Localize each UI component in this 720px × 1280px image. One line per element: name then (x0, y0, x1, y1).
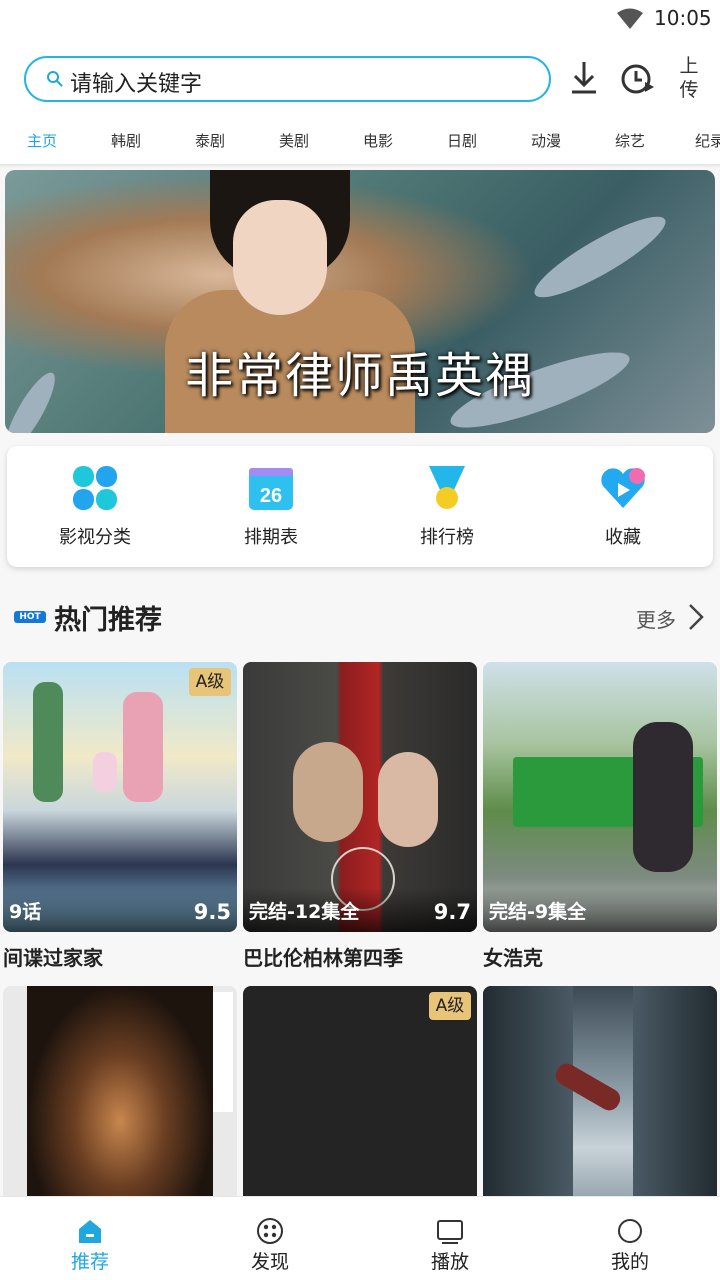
grade-badge: A级 (189, 668, 231, 696)
nav-label: 我的 (610, 1251, 649, 1273)
quick-links: 影视分类 26 排期表 排行榜 收藏 (7, 446, 713, 567)
medal-icon (429, 466, 465, 509)
tab-thai[interactable]: 泰剧 (168, 130, 252, 151)
tab-korean[interactable]: 韩剧 (84, 130, 168, 151)
search-input[interactable]: 请输入关键字 (24, 56, 551, 102)
nav-label: 播放 (430, 1251, 469, 1273)
poster: 9话 9.5 (3, 662, 237, 932)
clock: 10:05 (654, 6, 712, 30)
calendar-icon: 26 (249, 468, 293, 510)
search-placeholder: 请输入关键字 (70, 72, 203, 97)
quick-link-label: 排期表 (244, 527, 298, 548)
quick-link-label: 收藏 (605, 527, 641, 548)
quick-link-favorites[interactable]: 收藏 (535, 446, 711, 567)
history-icon[interactable] (618, 56, 658, 102)
section-title: 热门推荐 (54, 605, 162, 636)
quick-link-schedule[interactable]: 26 排期表 (183, 446, 359, 567)
nav-profile[interactable]: 我的 (540, 1197, 720, 1280)
quick-link-ranking[interactable]: 排行榜 (359, 446, 535, 567)
status-bar: 10:05 (0, 0, 720, 40)
nav-discover[interactable]: 发现 (180, 1197, 360, 1280)
discover-icon (257, 1218, 283, 1244)
hot-badge: HOT (14, 611, 46, 623)
search-icon (47, 71, 63, 87)
grid-icon (73, 466, 117, 510)
episode-info: 完结-12集全 (249, 901, 360, 923)
bottom-nav: 推荐 发现 播放 我的 (0, 1196, 720, 1280)
card-title: 间谍过家家 (3, 946, 103, 970)
nav-label: 发现 (250, 1251, 289, 1273)
card-title: 女浩克 (483, 946, 543, 970)
tab-movie[interactable]: 电影 (336, 130, 420, 151)
banner-figure-face (233, 200, 327, 315)
tab-home[interactable]: 主页 (0, 130, 84, 151)
tab-variety[interactable]: 综艺 (588, 130, 672, 151)
screen-icon (437, 1220, 463, 1244)
quick-link-label: 影视分类 (59, 527, 131, 548)
episode-info: 完结-9集全 (489, 901, 587, 923)
nav-play[interactable]: 播放 (360, 1197, 540, 1280)
topbar-shadow (0, 164, 720, 168)
heart-play-icon (601, 468, 645, 508)
nav-label: 推荐 (70, 1251, 109, 1273)
category-tabs: 主页 韩剧 泰剧 美剧 电影 日剧 动漫 综艺 纪录 (0, 130, 720, 164)
tab-american[interactable]: 美剧 (252, 130, 336, 151)
tab-japanese[interactable]: 日剧 (420, 130, 504, 151)
quick-link-label: 排行榜 (420, 527, 474, 548)
tab-documentary[interactable]: 纪录 (672, 130, 720, 151)
banner-dolphin (526, 204, 674, 310)
more-link[interactable]: 更多 (636, 604, 676, 633)
card-title: 巴比伦柏林第四季 (243, 946, 403, 970)
download-icon[interactable] (564, 56, 604, 102)
quick-link-categories[interactable]: 影视分类 (7, 446, 183, 567)
hot-section-header: HOT 热门推荐 更多 (0, 596, 720, 640)
upload-button[interactable]: 上传 (676, 54, 702, 102)
banner[interactable]: 非常律师禹英禑 (5, 170, 715, 433)
home-icon (79, 1220, 101, 1243)
profile-icon (618, 1219, 642, 1243)
grade-badge: A级 (429, 992, 471, 1020)
tab-anime[interactable]: 动漫 (504, 130, 588, 151)
top-bar: 请输入关键字 上传 主页 韩剧 泰剧 美剧 电影 日剧 动漫 综艺 纪录 (0, 40, 720, 164)
score: 9.7 (433, 900, 471, 924)
calendar-day: 26 (260, 485, 282, 507)
chevron-right-icon[interactable] (686, 602, 706, 632)
poster: 完结-12集全 9.7 (243, 662, 477, 932)
wifi-icon (617, 8, 643, 29)
poster: 完结-9集全 (483, 662, 717, 932)
episode-info: 9话 (9, 901, 42, 923)
score: 9.5 (193, 900, 231, 924)
banner-title: 非常律师禹英禑 (184, 348, 535, 404)
nav-recommend[interactable]: 推荐 (0, 1197, 180, 1280)
